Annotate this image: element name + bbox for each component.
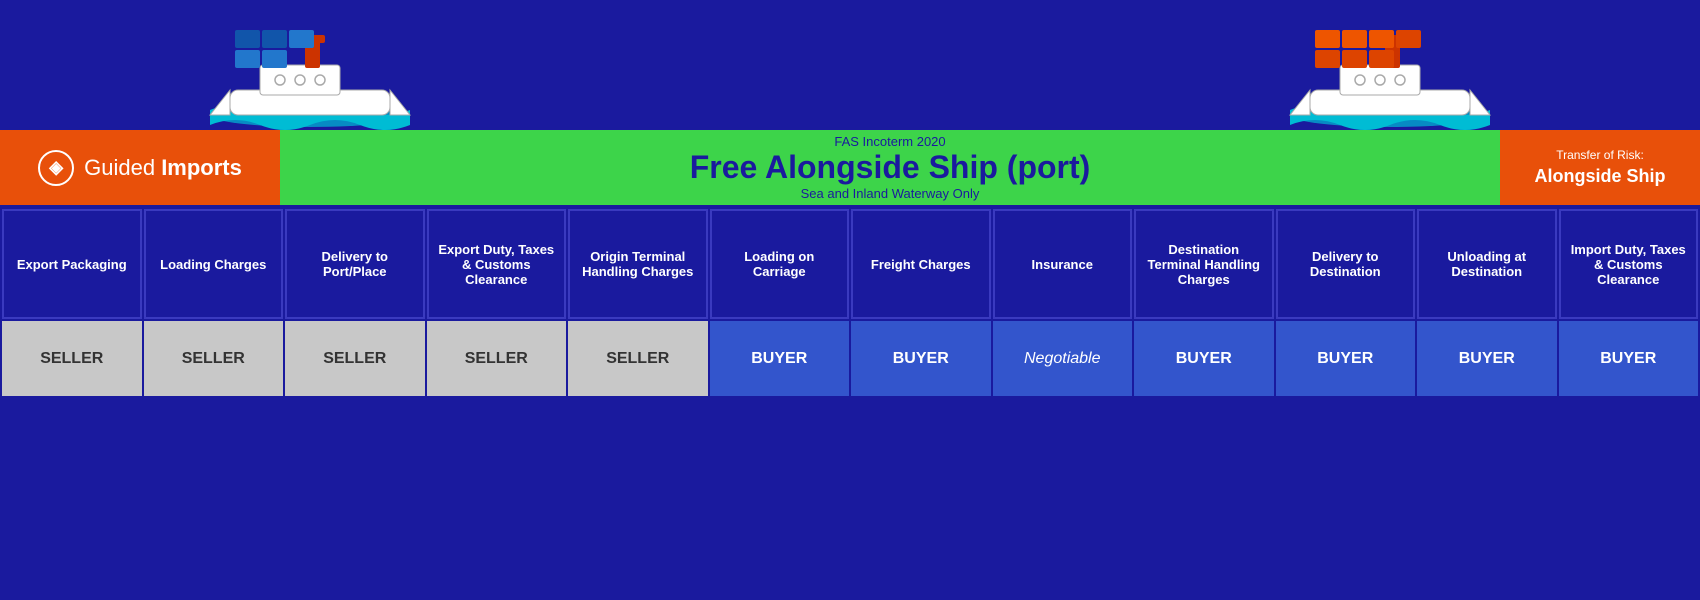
- transfer-value: Alongside Ship: [1534, 166, 1665, 187]
- logo-section: ◈ Guided Imports: [0, 130, 280, 205]
- table-container: Export PackagingLoading ChargesDelivery …: [0, 207, 1700, 398]
- col-cell-4: SELLER: [568, 321, 708, 396]
- incoterm-subtitle: Sea and Inland Waterway Only: [801, 186, 980, 201]
- col-header-4: Origin Terminal Handling Charges: [568, 209, 708, 319]
- main-container: ◈ Guided Imports FAS Incoterm 2020 Free …: [0, 0, 1700, 600]
- col-cell-5: BUYER: [710, 321, 850, 396]
- col-header-6: Freight Charges: [851, 209, 991, 319]
- col-cell-6: BUYER: [851, 321, 991, 396]
- col-header-0: Export Packaging: [2, 209, 142, 319]
- col-header-7: Insurance: [993, 209, 1133, 319]
- ship-right: [1280, 10, 1500, 130]
- col-header-3: Export Duty, Taxes & Customs Clearance: [427, 209, 567, 319]
- header-bar: ◈ Guided Imports FAS Incoterm 2020 Free …: [0, 130, 1700, 205]
- ship-left: [200, 10, 420, 130]
- logo-text-bold: Imports: [161, 155, 242, 180]
- col-header-1: Loading Charges: [144, 209, 284, 319]
- logo-text-normal: Guided: [84, 155, 161, 180]
- transfer-label: Transfer of Risk:: [1556, 148, 1644, 162]
- col-header-5: Loading on Carriage: [710, 209, 850, 319]
- transfer-section: Transfer of Risk: Alongside Ship: [1500, 130, 1700, 205]
- col-cell-7: Negotiable: [993, 321, 1133, 396]
- col-cell-11: BUYER: [1559, 321, 1699, 396]
- logo-text: Guided Imports: [84, 155, 242, 181]
- col-header-8: Destination Terminal Handling Charges: [1134, 209, 1274, 319]
- table-grid: Export PackagingLoading ChargesDelivery …: [0, 207, 1700, 398]
- col-header-10: Unloading at Destination: [1417, 209, 1557, 319]
- col-header-9: Delivery to Destination: [1276, 209, 1416, 319]
- logo-icon: ◈: [38, 150, 74, 186]
- incoterm-title: Free Alongside Ship (port): [690, 149, 1091, 186]
- col-cell-9: BUYER: [1276, 321, 1416, 396]
- title-section: FAS Incoterm 2020 Free Alongside Ship (p…: [280, 130, 1500, 205]
- incoterm-label: FAS Incoterm 2020: [834, 134, 945, 149]
- col-cell-3: SELLER: [427, 321, 567, 396]
- ships-area: [0, 0, 1700, 130]
- col-header-11: Import Duty, Taxes & Customs Clearance: [1559, 209, 1699, 319]
- col-cell-1: SELLER: [144, 321, 284, 396]
- col-header-2: Delivery to Port/Place: [285, 209, 425, 319]
- col-cell-2: SELLER: [285, 321, 425, 396]
- col-cell-0: SELLER: [2, 321, 142, 396]
- col-cell-8: BUYER: [1134, 321, 1274, 396]
- col-cell-10: BUYER: [1417, 321, 1557, 396]
